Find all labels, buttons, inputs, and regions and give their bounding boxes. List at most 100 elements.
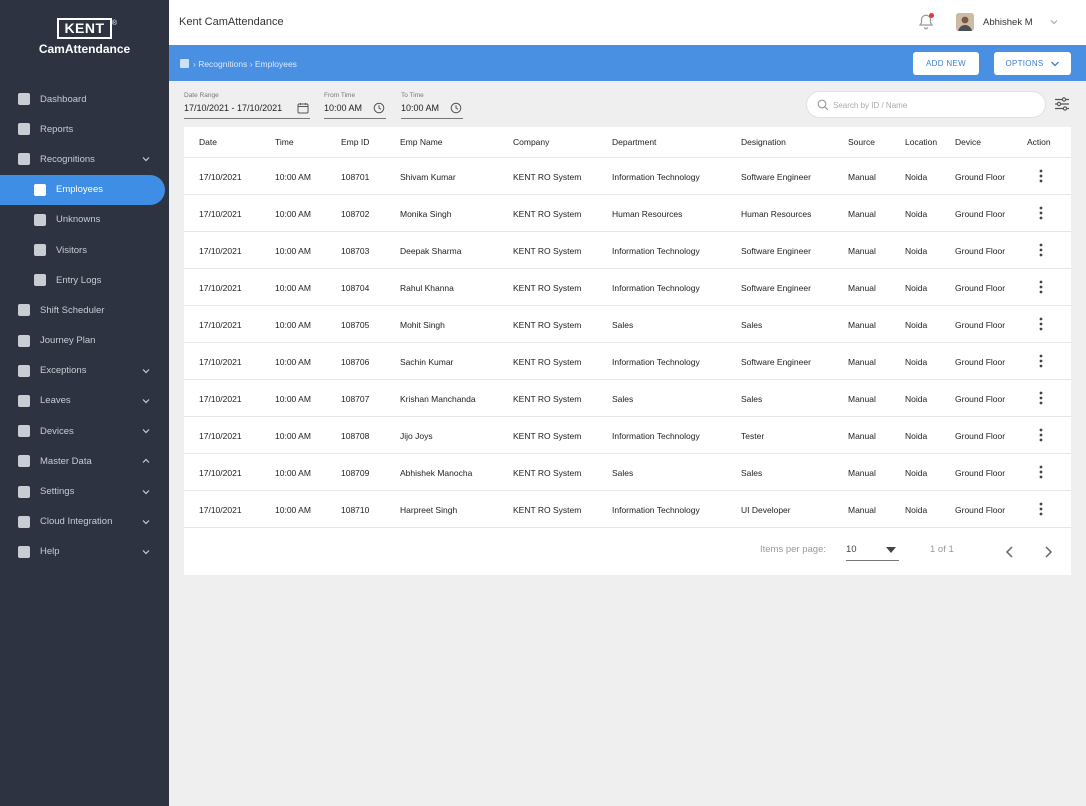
- date-range-field[interactable]: Date Range 17/10/2021 - 17/10/2021: [184, 92, 310, 119]
- more-vertical-icon[interactable]: [1039, 354, 1043, 368]
- sidebar-item-journey-plan[interactable]: Journey Plan: [0, 326, 169, 356]
- sidebar-item-reports[interactable]: Reports: [0, 114, 169, 144]
- avatar[interactable]: [956, 13, 974, 31]
- table-row[interactable]: 17/10/2021 10:00 AM 108702 Monika Singh KENT…: [184, 194, 1071, 231]
- sidebar-item-master-data[interactable]: Master Data: [0, 446, 169, 476]
- column-header-action[interactable]: Action: [1027, 137, 1051, 147]
- table-row[interactable]: 17/10/2021 10:00 AM 108709 Abhishek Manocha…: [184, 453, 1071, 490]
- more-vertical-icon[interactable]: [1039, 391, 1043, 405]
- table-row[interactable]: 17/10/2021 10:00 AM 108706 Sachin Kumar KENT…: [184, 342, 1071, 379]
- column-header-date[interactable]: Date: [199, 137, 217, 147]
- cell-date: 17/10/2021: [199, 431, 242, 441]
- column-header-emp-name[interactable]: Emp Name: [400, 137, 443, 147]
- add-new-label: ADD NEW: [926, 59, 966, 68]
- app-logo: KENT ® CamAttendance: [0, 18, 169, 56]
- more-vertical-icon[interactable]: [1039, 428, 1043, 442]
- add-new-button[interactable]: ADD NEW: [913, 52, 979, 75]
- from-time-field[interactable]: From Time 10:00 AM: [324, 92, 386, 119]
- sidebar-item-dashboard[interactable]: Dashboard: [0, 84, 169, 114]
- table-row[interactable]: 17/10/2021 10:00 AM 108705 Mohit Singh KENT …: [184, 305, 1071, 342]
- cell-designation: Sales: [741, 394, 763, 404]
- more-vertical-icon[interactable]: [1039, 317, 1043, 331]
- more-vertical-icon[interactable]: [1039, 280, 1043, 294]
- chevron-down-icon[interactable]: [141, 366, 151, 376]
- to-time-value[interactable]: 10:00 AM: [401, 103, 439, 113]
- next-page-icon[interactable]: [1040, 544, 1056, 560]
- search-input[interactable]: [833, 98, 1033, 112]
- sidebar-item-employees[interactable]: Employees: [0, 174, 165, 205]
- column-header-designation[interactable]: Designation: [741, 137, 786, 147]
- chevron-down-icon[interactable]: [141, 517, 151, 527]
- sidebar-item-label: Unknowns: [56, 214, 101, 226]
- sidebar-item-label: Journey Plan: [40, 335, 96, 347]
- chevron-down-icon[interactable]: [141, 487, 151, 497]
- sidebar-item-help[interactable]: Help: [0, 537, 169, 567]
- search-box[interactable]: [806, 91, 1046, 118]
- calendar-icon[interactable]: [297, 102, 309, 114]
- more-vertical-icon[interactable]: [1039, 243, 1043, 257]
- column-header-device[interactable]: Device: [955, 137, 981, 147]
- cell-source: Manual: [848, 246, 876, 256]
- column-header-location[interactable]: Location: [905, 137, 937, 147]
- to-time-field[interactable]: To Time 10:00 AM: [401, 92, 463, 119]
- items-per-page-value: 10: [846, 544, 857, 555]
- chevron-down-icon[interactable]: [141, 396, 151, 406]
- column-header-emp-id[interactable]: Emp ID: [341, 137, 369, 147]
- from-time-underline: [324, 118, 386, 119]
- date-range-value[interactable]: 17/10/2021 - 17/10/2021: [184, 103, 282, 113]
- column-header-company[interactable]: Company: [513, 137, 549, 147]
- sidebar-item-entry-logs[interactable]: Entry Logs: [0, 265, 169, 295]
- chevron-up-icon[interactable]: [141, 456, 151, 466]
- items-per-page-select[interactable]: 10: [846, 541, 899, 561]
- more-vertical-icon[interactable]: [1039, 206, 1043, 220]
- options-button[interactable]: OPTIONS: [994, 52, 1071, 75]
- column-header-department[interactable]: Department: [612, 137, 656, 147]
- sidebar-item-recognitions[interactable]: Recognitions: [0, 144, 169, 174]
- sidebar-item-unknowns[interactable]: Unknowns: [0, 205, 169, 235]
- table-row[interactable]: 17/10/2021 10:00 AM 108701 Shivam Kumar KENT…: [184, 157, 1071, 194]
- menu-square-icon: [18, 93, 30, 106]
- prev-page-icon[interactable]: [1002, 544, 1018, 560]
- cell-device: Ground Floor: [955, 394, 1006, 404]
- column-header-time[interactable]: Time: [275, 137, 294, 147]
- page-title: Kent CamAttendance: [179, 16, 284, 28]
- user-name[interactable]: Abhishek M: [983, 17, 1033, 28]
- sidebar-item-label: Help: [40, 546, 60, 558]
- table-row[interactable]: 17/10/2021 10:00 AM 108707 Krishan Manchand…: [184, 379, 1071, 416]
- more-vertical-icon[interactable]: [1039, 502, 1043, 516]
- clock-icon[interactable]: [450, 102, 462, 114]
- more-vertical-icon[interactable]: [1039, 169, 1043, 183]
- chevron-down-icon[interactable]: [141, 426, 151, 436]
- cell-device: Ground Floor: [955, 431, 1006, 441]
- table-row[interactable]: 17/10/2021 10:00 AM 108703 Deepak Sharma KEN…: [184, 231, 1071, 268]
- cell-date: 17/10/2021: [199, 468, 242, 478]
- table-row[interactable]: 17/10/2021 10:00 AM 108710 Harpreet Singh KE…: [184, 490, 1071, 527]
- cell-department: Sales: [612, 320, 634, 330]
- chevron-down-icon[interactable]: [141, 154, 151, 164]
- sidebar-item-leaves[interactable]: Leaves: [0, 386, 169, 416]
- cell-date: 17/10/2021: [199, 172, 242, 182]
- cell-location: Noida: [905, 320, 928, 330]
- cell-department: Sales: [612, 394, 634, 404]
- more-vertical-icon[interactable]: [1039, 465, 1043, 479]
- table-row[interactable]: 17/10/2021 10:00 AM 108704 Rahul Khanna KENT…: [184, 268, 1071, 305]
- chevron-down-icon: [1050, 61, 1059, 66]
- chevron-down-icon[interactable]: [1049, 17, 1059, 27]
- table-row[interactable]: 17/10/2021 10:00 AM 108708 Jijo Joys KENT RO…: [184, 416, 1071, 453]
- cell-time: 10:00 AM: [275, 172, 311, 182]
- filter-sliders-icon[interactable]: [1054, 96, 1070, 112]
- clock-icon[interactable]: [373, 102, 385, 114]
- cell-emp-id: 108710: [341, 505, 370, 515]
- cell-date: 17/10/2021: [199, 209, 242, 219]
- sidebar-item-settings[interactable]: Settings: [0, 476, 169, 506]
- breadcrumb[interactable]: › Recognitions › Employees: [193, 59, 297, 69]
- breadcrumb-home-icon[interactable]: [180, 59, 189, 68]
- sidebar-item-shift-scheduler[interactable]: Shift Scheduler: [0, 295, 169, 325]
- sidebar-item-exceptions[interactable]: Exceptions: [0, 356, 169, 386]
- sidebar-item-visitors[interactable]: Visitors: [0, 235, 169, 265]
- chevron-down-icon[interactable]: [141, 547, 151, 557]
- column-header-source[interactable]: Source: [848, 137, 875, 147]
- sidebar-item-cloud-integration[interactable]: Cloud Integration: [0, 507, 169, 537]
- sidebar-item-devices[interactable]: Devices: [0, 416, 169, 446]
- from-time-value[interactable]: 10:00 AM: [324, 103, 362, 113]
